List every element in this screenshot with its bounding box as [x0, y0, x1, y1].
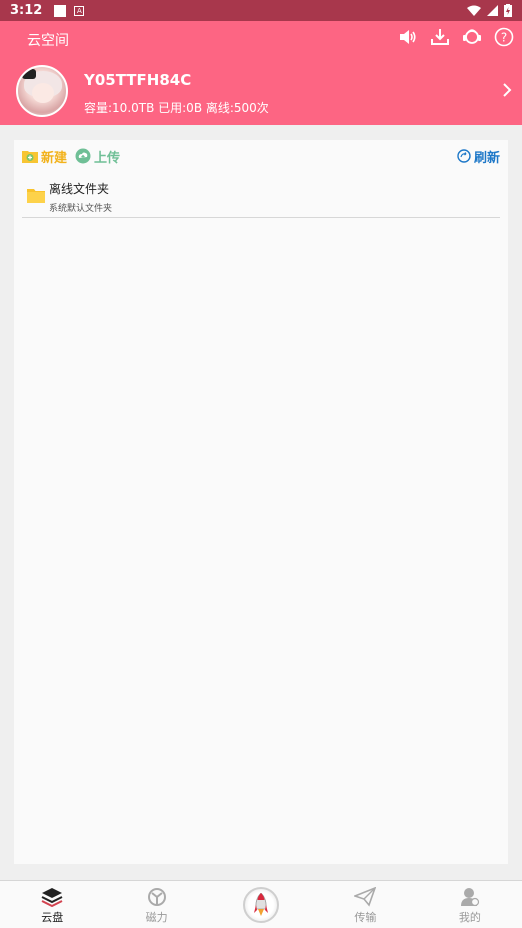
- stack-icon: [41, 888, 63, 907]
- volume-icon[interactable]: [398, 27, 418, 47]
- avatar[interactable]: [16, 65, 68, 117]
- status-time: 3:12: [10, 3, 43, 18]
- refresh-icon: [457, 149, 471, 163]
- file-desc: 系统默认文件夹: [49, 204, 113, 214]
- a-badge-icon: A: [74, 5, 85, 16]
- refresh-label: 刷新: [473, 150, 500, 166]
- signal-icon: [487, 5, 498, 16]
- bottom-nav: 云盘 磁力 传输 我的: [0, 880, 522, 928]
- battery-icon: [504, 4, 512, 17]
- nav-item-mine[interactable]: 我的: [418, 881, 522, 928]
- upload-button[interactable]: 上传: [75, 147, 120, 166]
- paper-plane-icon: [354, 887, 377, 907]
- magnet-icon: [147, 888, 166, 906]
- rocket-icon: [254, 893, 269, 916]
- nav-item-transfer[interactable]: 传输: [313, 881, 417, 928]
- username: Y05TTFH84C: [84, 71, 192, 89]
- nav-label-transfer: 传输: [354, 911, 377, 924]
- new-folder-icon: [22, 151, 38, 163]
- nav-item-cloud[interactable]: 云盘: [0, 881, 104, 928]
- nav-item-rocket[interactable]: [209, 881, 313, 928]
- user-icon: [460, 888, 479, 907]
- file-name: 离线文件夹: [49, 182, 110, 196]
- new-folder-button[interactable]: 新建: [22, 147, 67, 166]
- notification-icon: [54, 4, 67, 17]
- new-label: 新建: [41, 150, 68, 166]
- refresh-button[interactable]: 刷新: [457, 147, 500, 166]
- status-bar: 3:12 A: [0, 0, 522, 21]
- folder-icon: [27, 189, 45, 203]
- headset-icon[interactable]: [462, 27, 482, 47]
- rocket-button[interactable]: [243, 887, 280, 923]
- wifi-icon: [467, 5, 481, 16]
- help-icon[interactable]: ?: [494, 27, 514, 47]
- nav-item-magnet[interactable]: 磁力: [104, 881, 208, 928]
- quota-info: 容量:10.0TB 已用:0B 离线:500次: [84, 101, 269, 115]
- file-card: 新建 上传 刷新 离线文件夹 系统默认文件夹: [14, 140, 508, 864]
- chevron-right-icon[interactable]: [502, 82, 512, 102]
- nav-label-magnet: 磁力: [145, 911, 168, 924]
- page-title: 云空间: [27, 33, 69, 49]
- app-header: 云空间 ? Y05TTFH84C 容量:10.0TB 已用:0B 离线:500次: [0, 21, 522, 125]
- nav-label-cloud: 云盘: [41, 911, 64, 924]
- download-icon[interactable]: [430, 27, 450, 47]
- upload-label: 上传: [94, 150, 121, 166]
- file-toolbar: 新建 上传 刷新: [22, 146, 500, 166]
- svg-text:?: ?: [501, 31, 507, 45]
- nav-label-mine: 我的: [458, 911, 481, 924]
- list-item[interactable]: 离线文件夹 系统默认文件夹: [22, 176, 500, 218]
- upload-icon: [75, 148, 91, 164]
